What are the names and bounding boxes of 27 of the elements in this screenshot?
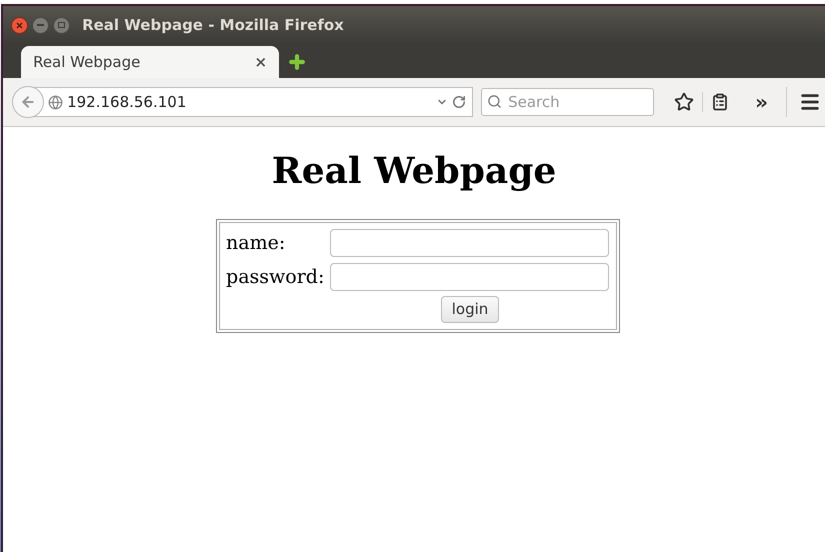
reload-icon[interactable] (452, 95, 466, 109)
search-icon (487, 94, 502, 109)
clipboard-icon[interactable] (711, 93, 730, 111)
overflow-button[interactable]: » (755, 92, 768, 112)
input-field[interactable] (330, 229, 610, 258)
menu-icon[interactable] (799, 91, 821, 113)
browser-tab[interactable]: Real Webpage × (21, 46, 280, 78)
page-heading: Real Webpage (272, 153, 556, 189)
globe-icon (48, 94, 64, 110)
field-label: password: (226, 264, 326, 290)
maximize-button[interactable] (53, 16, 70, 34)
close-icon (16, 22, 24, 28)
search-field[interactable]: Search (481, 88, 654, 116)
back-button[interactable] (12, 86, 44, 118)
url-bar[interactable]: 192.168.56.101 (13, 87, 474, 117)
back-arrow-icon (20, 94, 36, 110)
close-button[interactable] (11, 16, 28, 34)
url-text: 192.168.56.101 (67, 92, 188, 113)
new-tab-icon[interactable] (287, 52, 308, 72)
minimize-button[interactable] (32, 16, 50, 34)
tab-close-button[interactable]: × (254, 54, 268, 70)
window-title: Real Webpage - Mozilla Firefox (82, 14, 344, 36)
field-label: name: (226, 231, 286, 256)
bookmark-star-icon[interactable] (674, 92, 694, 112)
login-button[interactable]: login (440, 296, 500, 323)
input-field[interactable] (330, 262, 610, 291)
tab-title: Real Webpage (33, 52, 140, 73)
